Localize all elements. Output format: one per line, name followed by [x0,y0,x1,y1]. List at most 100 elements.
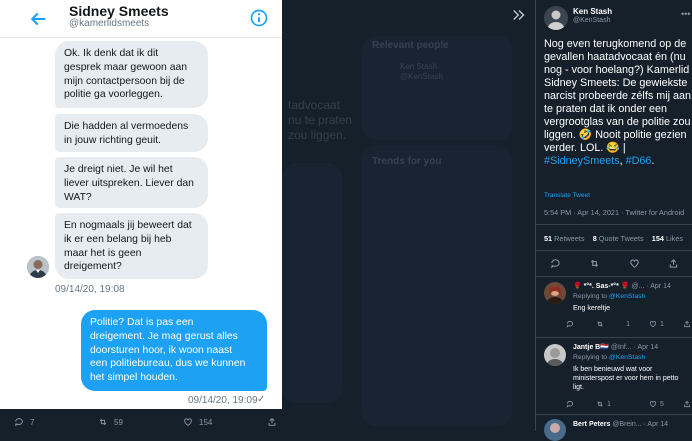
retweet-count: 1 [607,400,611,408]
reply-tweet[interactable]: 🌹 *°*. Sas-*°* 🌹 @... · Apr 14 Replying … [536,276,692,338]
retweet-icon[interactable] [589,258,600,269]
bg-person-name: Ken Stash [400,62,437,71]
reply-text: Ik ben benieuwd wat voor ministerspost e… [573,366,679,391]
bg-fragment: zou liggen. [288,128,347,142]
author-handle[interactable]: @KenStash [573,17,610,24]
reply-author[interactable]: Bert Peters @Brein... · Apr 14 [573,421,668,428]
share-action[interactable] [683,400,691,408]
back-arrow-icon[interactable] [28,9,48,29]
reply-icon[interactable] [550,258,561,269]
collapse-chevron-icon[interactable] [510,6,528,24]
reply-author-name[interactable]: Bert Peters [573,421,610,428]
reply-count: 7 [30,417,35,427]
replying-to: Replying to @KenStash [573,354,645,361]
bg-fragment: nu te praten [288,113,353,127]
dm-conversation-panel: Sidney Smeets @kamerlidsmeets Ok. Ik den… [0,0,282,409]
reply-action[interactable] [566,320,577,328]
quotes-label[interactable]: Quote Tweets [599,234,644,243]
tweet-timestamp[interactable]: 5:54 PM · Apr 14, 2021 · Twitter for And… [544,208,684,217]
replying-label: Replying to [573,293,608,300]
message-bubble-received[interactable]: Die hadden al vermoedens in jouw richtin… [55,114,208,152]
reply-author[interactable]: 🌹 *°*. Sas-*°* 🌹 @... · Apr 14 [573,282,671,290]
retweet-action[interactable]: 59 [98,417,123,427]
share-action[interactable] [683,320,691,328]
reply-author-name[interactable]: Jantje B🇳🇱 [573,344,609,351]
retweet-action[interactable] [596,320,607,328]
replying-to-link[interactable]: @KenStash [609,293,645,300]
message-timestamp: 09/14/20, 19:09 [188,395,258,406]
retweet-count: 59 [114,417,123,427]
share-icon [684,400,690,408]
person-avatar-icon [544,6,568,30]
reply-action[interactable] [566,400,577,408]
message-bubble-received[interactable]: En nogmaals jij beweert dat ik er een be… [55,213,208,279]
contact-avatar[interactable] [27,256,49,278]
person-avatar-icon [27,256,49,278]
divider [536,224,692,225]
author-name[interactable]: Ken Stash [573,7,612,16]
message-bubble-sent[interactable]: Politie? Dat is pas een dreigement. Je m… [81,310,267,391]
like-total[interactable]: 154 [652,234,664,243]
reply-meta: @... · Apr 14 [631,283,671,290]
reply-avatar[interactable] [544,344,566,366]
info-icon[interactable] [249,8,269,28]
reply-avatar[interactable] [544,282,566,304]
bg-fragment: tadvocaat [288,98,341,112]
hashtag-link[interactable]: #D66 [626,155,652,167]
hashtag-link[interactable]: #SidneySmeets [544,155,620,167]
replying-label: Replying to [573,354,608,361]
retweet-total[interactable]: 51 [544,234,552,243]
likes-label[interactable]: Likes [666,234,683,243]
retweet-icon [597,321,603,327]
bg-trends [362,146,512,426]
reply-tweet[interactable]: Bert Peters @Brein... · Apr 14 [536,415,692,441]
reply-author[interactable]: Jantje B🇳🇱 @Inf... · Apr 14 [573,343,658,351]
hashtag-separator: , [619,155,623,167]
more-options-icon[interactable]: ••• [681,9,690,19]
retweet-action[interactable]: 1 [596,400,611,408]
like-action[interactable]: 5 [649,400,664,408]
reply-text: Eng kereltje [573,305,610,312]
message-timestamp: 09/14/20, 19:08 [55,284,125,295]
tweet-stats: 51 Retweets 8 Quote Tweets 154 Likes [544,234,683,243]
share-icon[interactable] [668,258,679,269]
reply-action[interactable]: 7 [14,417,34,427]
quote-total[interactable]: 8 [593,234,597,243]
retweets-label[interactable]: Retweets [554,234,584,243]
reply-action-bar: 1 5 [566,400,691,408]
person-avatar-icon [544,282,566,304]
like-count: 1 [660,320,664,328]
person-avatar-icon [544,344,566,366]
reply-author-name[interactable]: 🌹 *°*. Sas-*°* 🌹 [573,283,630,290]
reply-avatar[interactable] [544,419,566,441]
like-action[interactable]: 1 [649,320,664,328]
heart-icon [649,401,657,408]
heart-icon [649,321,657,328]
reply-tweet[interactable]: Jantje B🇳🇱 @Inf... · Apr 14 Replying to … [536,338,692,414]
tweet-body: Nog even terugkomend op de gevallen haat… [544,38,692,154]
divider [536,250,692,251]
bg-relevant-people [362,36,512,140]
dm-contact-name[interactable]: Sidney Smeets [69,3,169,19]
tweet-action-bar [536,258,692,269]
bg-card [282,163,342,403]
like-count: 5 [660,400,664,408]
heart-icon[interactable] [629,258,640,269]
like-action[interactable]: 154 [183,417,212,427]
reply-action-bar: 1 1 [566,320,691,328]
author-avatar[interactable] [544,6,568,30]
retweet-icon [99,418,107,426]
message-bubble-received[interactable]: Ok. Ik denk dat ik dit gesprek maar gewo… [55,41,208,108]
reply-meta: @Inf... · Apr 14 [610,344,659,351]
person-avatar-icon [544,419,566,441]
retweet-icon [597,401,603,407]
replying-to-link[interactable]: @KenStash [609,354,645,361]
seen-check-icon: ✓ [257,394,266,405]
message-bubble-received[interactable]: Je dreigt niet. Je wil het liever uitspr… [55,157,208,208]
translate-tweet-link[interactable]: Translate Tweet [544,192,590,199]
tweet-text: Nog even terugkomend op de gevallen haat… [544,38,692,167]
share-action[interactable] [267,417,277,427]
quote-action[interactable]: 1 [626,321,630,328]
tweet-detail-column: Ken Stash @KenStash ••• Nog even terugko… [535,0,692,441]
dm-contact-handle[interactable]: @kamerlidsmeets [69,18,149,29]
